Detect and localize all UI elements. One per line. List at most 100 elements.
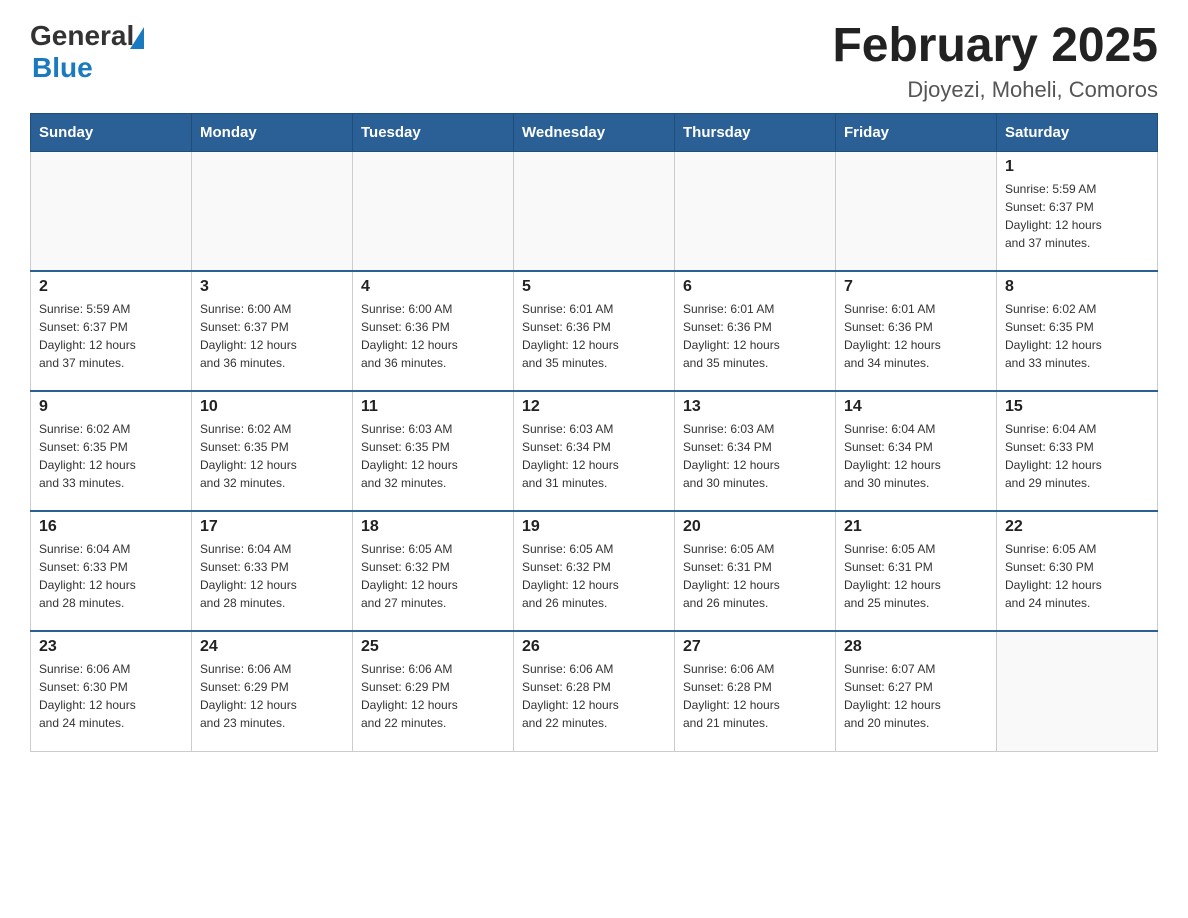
day-info: Sunrise: 6:02 AM Sunset: 6:35 PM Dayligh… [39, 420, 183, 492]
day-info: Sunrise: 6:05 AM Sunset: 6:32 PM Dayligh… [522, 540, 666, 612]
day-info: Sunrise: 6:05 AM Sunset: 6:31 PM Dayligh… [683, 540, 827, 612]
title-area: February 2025 Djoyezi, Moheli, Comoros [832, 20, 1158, 103]
calendar-day-cell: 12 Sunrise: 6:03 AM Sunset: 6:34 PM Dayli… [514, 391, 675, 511]
calendar-header-row: SundayMondayTuesdayWednesdayThursdayFrid… [31, 113, 1158, 151]
day-number: 28 [844, 638, 988, 656]
day-info: Sunrise: 6:07 AM Sunset: 6:27 PM Dayligh… [844, 660, 988, 732]
day-info: Sunrise: 5:59 AM Sunset: 6:37 PM Dayligh… [1005, 180, 1149, 252]
calendar-day-cell: 6 Sunrise: 6:01 AM Sunset: 6:36 PM Daylig… [675, 271, 836, 391]
day-info: Sunrise: 6:00 AM Sunset: 6:37 PM Dayligh… [200, 300, 344, 372]
day-number: 25 [361, 638, 505, 656]
calendar-day-cell [353, 151, 514, 271]
column-header-monday: Monday [192, 113, 353, 151]
location-title: Djoyezi, Moheli, Comoros [832, 77, 1158, 103]
calendar-day-cell: 15 Sunrise: 6:04 AM Sunset: 6:33 PM Dayli… [997, 391, 1158, 511]
day-number: 20 [683, 518, 827, 536]
day-info: Sunrise: 6:02 AM Sunset: 6:35 PM Dayligh… [1005, 300, 1149, 372]
calendar-day-cell: 18 Sunrise: 6:05 AM Sunset: 6:32 PM Dayli… [353, 511, 514, 631]
day-info: Sunrise: 6:03 AM Sunset: 6:34 PM Dayligh… [522, 420, 666, 492]
day-number: 24 [200, 638, 344, 656]
calendar-day-cell: 10 Sunrise: 6:02 AM Sunset: 6:35 PM Dayli… [192, 391, 353, 511]
calendar-week-row: 16 Sunrise: 6:04 AM Sunset: 6:33 PM Dayli… [31, 511, 1158, 631]
calendar-day-cell: 11 Sunrise: 6:03 AM Sunset: 6:35 PM Dayli… [353, 391, 514, 511]
calendar-day-cell: 3 Sunrise: 6:00 AM Sunset: 6:37 PM Daylig… [192, 271, 353, 391]
day-number: 1 [1005, 158, 1149, 176]
calendar-day-cell: 21 Sunrise: 6:05 AM Sunset: 6:31 PM Dayli… [836, 511, 997, 631]
day-number: 22 [1005, 518, 1149, 536]
day-info: Sunrise: 6:00 AM Sunset: 6:36 PM Dayligh… [361, 300, 505, 372]
day-info: Sunrise: 6:04 AM Sunset: 6:34 PM Dayligh… [844, 420, 988, 492]
day-number: 15 [1005, 398, 1149, 416]
day-info: Sunrise: 6:04 AM Sunset: 6:33 PM Dayligh… [1005, 420, 1149, 492]
calendar-table: SundayMondayTuesdayWednesdayThursdayFrid… [30, 113, 1158, 752]
column-header-friday: Friday [836, 113, 997, 151]
day-info: Sunrise: 6:06 AM Sunset: 6:28 PM Dayligh… [522, 660, 666, 732]
day-number: 12 [522, 398, 666, 416]
calendar-week-row: 1 Sunrise: 5:59 AM Sunset: 6:37 PM Daylig… [31, 151, 1158, 271]
calendar-day-cell [836, 151, 997, 271]
day-number: 3 [200, 278, 344, 296]
day-number: 18 [361, 518, 505, 536]
day-number: 16 [39, 518, 183, 536]
day-number: 4 [361, 278, 505, 296]
calendar-day-cell: 25 Sunrise: 6:06 AM Sunset: 6:29 PM Dayli… [353, 631, 514, 751]
day-info: Sunrise: 6:06 AM Sunset: 6:28 PM Dayligh… [683, 660, 827, 732]
day-number: 19 [522, 518, 666, 536]
page-header: General Blue February 2025 Djoyezi, Mohe… [30, 20, 1158, 103]
calendar-day-cell: 5Sunrise: 6:01 AM Sunset: 6:36 PM Daylig… [514, 271, 675, 391]
day-info: Sunrise: 6:04 AM Sunset: 6:33 PM Dayligh… [200, 540, 344, 612]
day-info: Sunrise: 6:05 AM Sunset: 6:31 PM Dayligh… [844, 540, 988, 612]
column-header-thursday: Thursday [675, 113, 836, 151]
calendar-day-cell: 1 Sunrise: 5:59 AM Sunset: 6:37 PM Daylig… [997, 151, 1158, 271]
day-info: Sunrise: 6:05 AM Sunset: 6:32 PM Dayligh… [361, 540, 505, 612]
day-info: Sunrise: 6:03 AM Sunset: 6:34 PM Dayligh… [683, 420, 827, 492]
column-header-saturday: Saturday [997, 113, 1158, 151]
day-number: 14 [844, 398, 988, 416]
day-number: 27 [683, 638, 827, 656]
day-number: 10 [200, 398, 344, 416]
calendar-day-cell: 7Sunrise: 6:01 AM Sunset: 6:36 PM Daylig… [836, 271, 997, 391]
calendar-day-cell: 8 Sunrise: 6:02 AM Sunset: 6:35 PM Daylig… [997, 271, 1158, 391]
day-number: 26 [522, 638, 666, 656]
column-header-wednesday: Wednesday [514, 113, 675, 151]
day-number: 21 [844, 518, 988, 536]
day-number: 17 [200, 518, 344, 536]
month-title: February 2025 [832, 20, 1158, 73]
calendar-day-cell [31, 151, 192, 271]
calendar-day-cell: 24Sunrise: 6:06 AM Sunset: 6:29 PM Dayli… [192, 631, 353, 751]
day-number: 7 [844, 278, 988, 296]
day-number: 13 [683, 398, 827, 416]
calendar-day-cell [997, 631, 1158, 751]
logo-triangle-icon [130, 27, 144, 49]
day-info: Sunrise: 6:03 AM Sunset: 6:35 PM Dayligh… [361, 420, 505, 492]
logo-text-blue: Blue [32, 52, 93, 84]
day-number: 11 [361, 398, 505, 416]
day-info: Sunrise: 6:04 AM Sunset: 6:33 PM Dayligh… [39, 540, 183, 612]
day-number: 6 [683, 278, 827, 296]
column-header-sunday: Sunday [31, 113, 192, 151]
calendar-day-cell [514, 151, 675, 271]
calendar-day-cell: 14 Sunrise: 6:04 AM Sunset: 6:34 PM Dayli… [836, 391, 997, 511]
calendar-day-cell: 4 Sunrise: 6:00 AM Sunset: 6:36 PM Daylig… [353, 271, 514, 391]
calendar-day-cell: 9 Sunrise: 6:02 AM Sunset: 6:35 PM Daylig… [31, 391, 192, 511]
calendar-day-cell: 28 Sunrise: 6:07 AM Sunset: 6:27 PM Dayli… [836, 631, 997, 751]
calendar-day-cell: 20 Sunrise: 6:05 AM Sunset: 6:31 PM Dayli… [675, 511, 836, 631]
day-info: Sunrise: 6:06 AM Sunset: 6:29 PM Dayligh… [361, 660, 505, 732]
calendar-day-cell: 16 Sunrise: 6:04 AM Sunset: 6:33 PM Dayli… [31, 511, 192, 631]
calendar-day-cell [192, 151, 353, 271]
calendar-day-cell: 22 Sunrise: 6:05 AM Sunset: 6:30 PM Dayli… [997, 511, 1158, 631]
calendar-day-cell: 26 Sunrise: 6:06 AM Sunset: 6:28 PM Dayli… [514, 631, 675, 751]
calendar-week-row: 2Sunrise: 5:59 AM Sunset: 6:37 PM Daylig… [31, 271, 1158, 391]
day-number: 8 [1005, 278, 1149, 296]
day-info: Sunrise: 6:02 AM Sunset: 6:35 PM Dayligh… [200, 420, 344, 492]
day-info: Sunrise: 6:06 AM Sunset: 6:30 PM Dayligh… [39, 660, 183, 732]
day-number: 9 [39, 398, 183, 416]
day-info: Sunrise: 6:01 AM Sunset: 6:36 PM Dayligh… [522, 300, 666, 372]
calendar-day-cell: 19 Sunrise: 6:05 AM Sunset: 6:32 PM Dayli… [514, 511, 675, 631]
calendar-day-cell: 23Sunrise: 6:06 AM Sunset: 6:30 PM Dayli… [31, 631, 192, 751]
calendar-day-cell: 13 Sunrise: 6:03 AM Sunset: 6:34 PM Dayli… [675, 391, 836, 511]
day-info: Sunrise: 6:01 AM Sunset: 6:36 PM Dayligh… [683, 300, 827, 372]
day-info: Sunrise: 5:59 AM Sunset: 6:37 PM Dayligh… [39, 300, 183, 372]
day-info: Sunrise: 6:05 AM Sunset: 6:30 PM Dayligh… [1005, 540, 1149, 612]
calendar-week-row: 9 Sunrise: 6:02 AM Sunset: 6:35 PM Daylig… [31, 391, 1158, 511]
